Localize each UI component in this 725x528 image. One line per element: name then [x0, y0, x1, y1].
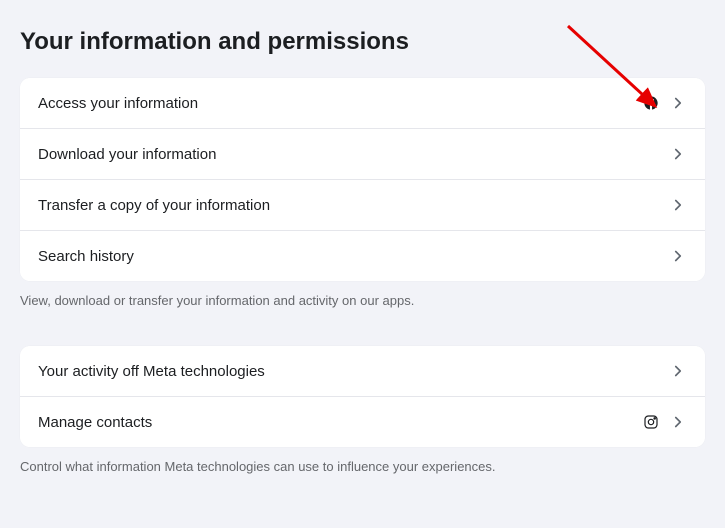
row-label: Download your information	[38, 146, 216, 163]
row-right	[669, 362, 687, 380]
row-label: Your activity off Meta technologies	[38, 363, 265, 380]
chevron-right-icon	[669, 196, 687, 214]
row-right	[669, 196, 687, 214]
page-title: Your information and permissions	[20, 28, 705, 56]
facebook-icon	[643, 95, 659, 111]
row-download-your-information[interactable]: Download your information	[20, 129, 705, 180]
row-label: Manage contacts	[38, 414, 152, 431]
row-transfer-a-copy[interactable]: Transfer a copy of your information	[20, 180, 705, 231]
row-right	[643, 94, 687, 112]
row-label: Access your information	[38, 95, 198, 112]
row-label: Transfer a copy of your information	[38, 197, 270, 214]
chevron-right-icon	[669, 94, 687, 112]
settings-group-2: Your activity off Meta technologies Mana…	[20, 346, 705, 447]
settings-group-1: Access your information Download your in…	[20, 78, 705, 281]
row-activity-off-meta[interactable]: Your activity off Meta technologies	[20, 346, 705, 397]
row-right	[669, 145, 687, 163]
instagram-icon	[643, 414, 659, 430]
chevron-right-icon	[669, 145, 687, 163]
chevron-right-icon	[669, 362, 687, 380]
chevron-right-icon	[669, 247, 687, 265]
row-right	[669, 247, 687, 265]
group2-helper-text: Control what information Meta technologi…	[20, 459, 705, 474]
row-right	[643, 413, 687, 431]
group1-helper-text: View, download or transfer your informat…	[20, 293, 705, 308]
row-label: Search history	[38, 248, 134, 265]
chevron-right-icon	[669, 413, 687, 431]
row-search-history[interactable]: Search history	[20, 231, 705, 281]
row-access-your-information[interactable]: Access your information	[20, 78, 705, 129]
row-manage-contacts[interactable]: Manage contacts	[20, 397, 705, 447]
